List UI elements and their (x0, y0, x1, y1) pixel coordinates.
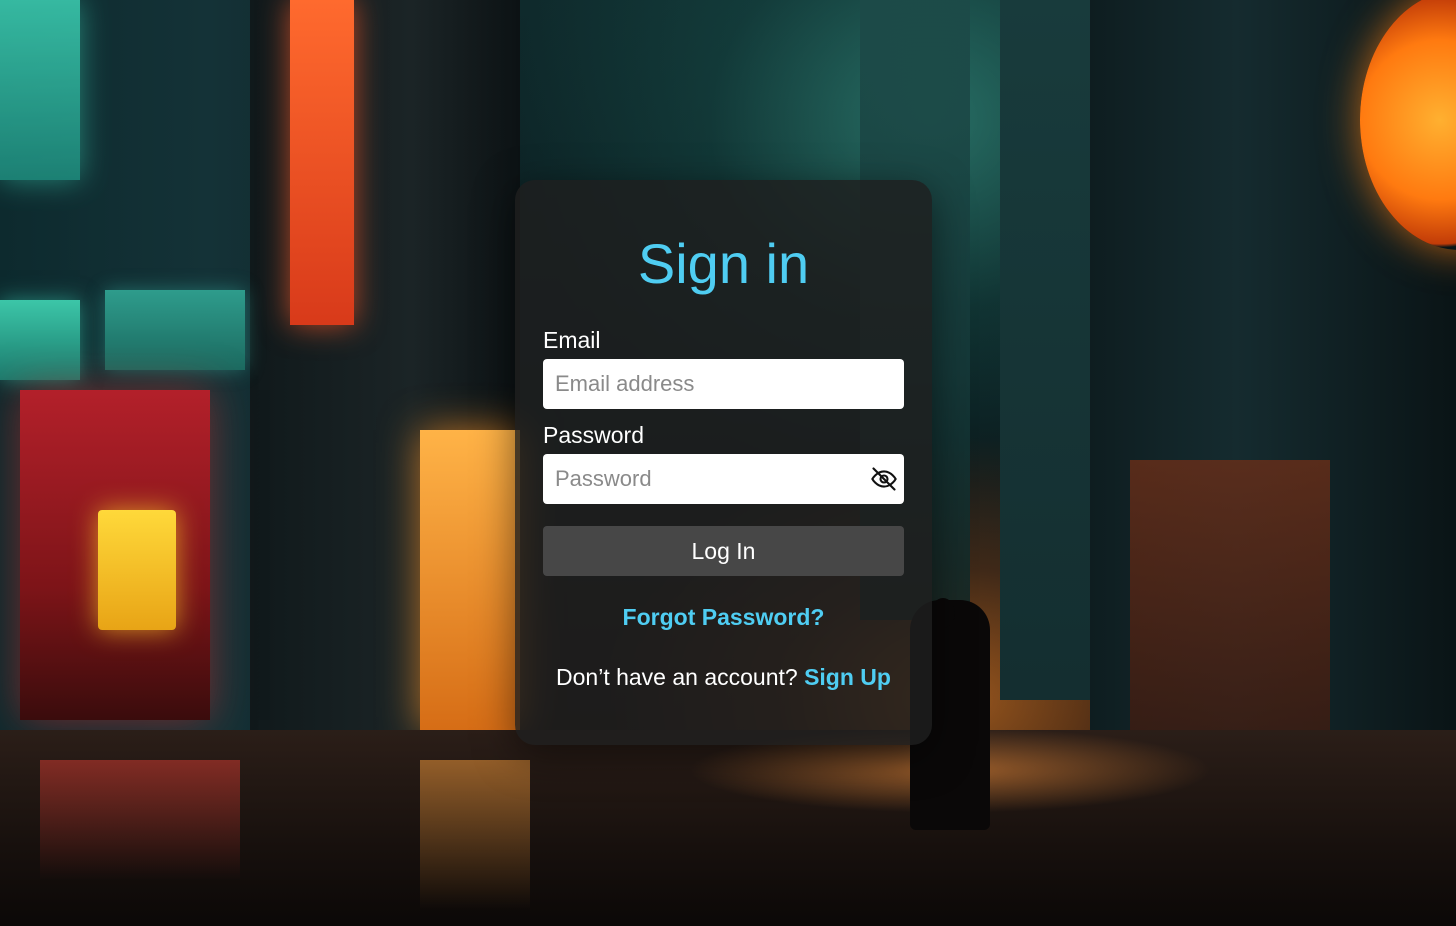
signin-card: Sign in Email Password Log In Forgot Pas… (515, 180, 932, 745)
background-tower (1000, 0, 1090, 700)
background-lit-doorway (420, 430, 520, 730)
background-lit-wall (1130, 460, 1330, 760)
background-reflection (40, 760, 240, 880)
password-input[interactable] (543, 454, 904, 504)
background-neon-sign (0, 300, 80, 380)
password-field-wrapper (543, 454, 904, 504)
login-button[interactable]: Log In (543, 526, 904, 576)
email-input[interactable] (543, 359, 904, 409)
background-scene: Sign in Email Password Log In Forgot Pas… (0, 0, 1456, 926)
background-neon-sign (290, 0, 354, 325)
background-neon-sign (105, 290, 245, 370)
forgot-password-link[interactable]: Forgot Password? (543, 603, 904, 631)
email-label: Email (543, 327, 601, 353)
page-title: Sign in (637, 232, 810, 295)
signup-link[interactable]: Sign Up (804, 664, 891, 690)
background-neon-sign (98, 510, 176, 630)
email-field-wrapper (543, 359, 904, 409)
background-figure-head (931, 598, 955, 628)
password-label: Password (543, 422, 644, 448)
signup-prompt: Don’t have an account? (556, 664, 805, 690)
signup-row: Don’t have an account? Sign Up (543, 663, 904, 691)
background-neon-sign (0, 0, 80, 180)
background-reflection (420, 760, 530, 910)
eye-off-icon[interactable] (868, 464, 900, 494)
